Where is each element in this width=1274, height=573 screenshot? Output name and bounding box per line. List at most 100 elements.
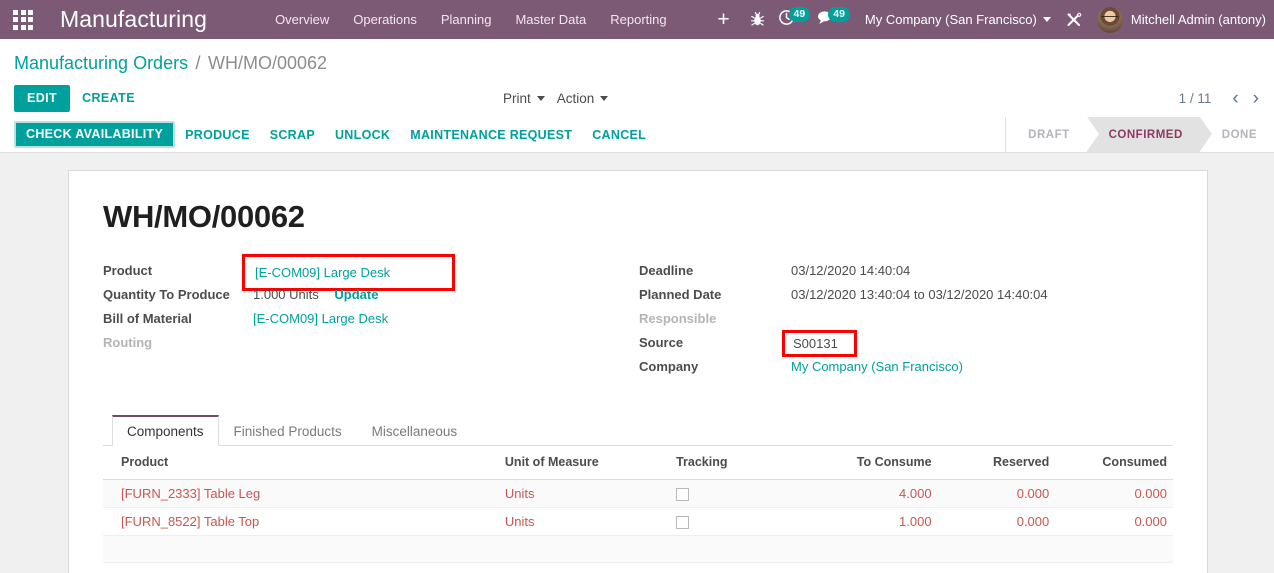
menu-item-overview[interactable]: Overview	[263, 0, 341, 39]
create-button[interactable]: CREATE	[70, 85, 147, 111]
print-dropdown[interactable]: Print	[497, 91, 551, 106]
col-header-reserved[interactable]: Reserved	[937, 446, 1056, 480]
cell-consumed[interactable]: 0.000	[1055, 479, 1173, 509]
table-head: Product Unit of Measure Tracking To Cons…	[103, 446, 1173, 480]
cell-consumed[interactable]: 0.000	[1055, 507, 1173, 537]
field-source: Source S00131	[639, 330, 1173, 357]
update-quantity-link[interactable]: Update	[334, 287, 378, 302]
menu-item-planning[interactable]: Planning	[429, 0, 504, 39]
cell-tracking[interactable]	[670, 507, 810, 537]
chevron-left-icon[interactable]: ‹	[1225, 89, 1245, 108]
col-header-product[interactable]: Product	[103, 446, 499, 480]
cell-reserved[interactable]: 0.000	[937, 479, 1056, 509]
menu-item-master-data[interactable]: Master Data	[503, 0, 598, 39]
breadcrumb: Manufacturing Orders / WH/MO/00062	[0, 39, 1274, 79]
action-button-bar: CHECK AVAILABILITY PRODUCE SCRAP UNLOCK …	[0, 117, 1274, 153]
col-header-to-consume[interactable]: To Consume	[809, 446, 938, 480]
page-background: WH/MO/00062 Product [E-COM09] Large Desk…	[0, 153, 1274, 573]
messages-menu-button[interactable]: 49	[816, 7, 850, 30]
print-dropdown-label: Print	[503, 90, 531, 106]
tab-miscellaneous[interactable]: Miscellaneous	[357, 415, 473, 446]
field-bom-label: Bill of Material	[103, 311, 192, 326]
field-quantity-label: Quantity To Produce	[103, 287, 230, 302]
control-dropdowns: Print Action	[497, 79, 614, 117]
check-availability-button[interactable]: CHECK AVAILABILITY	[14, 121, 176, 148]
maintenance-request-button[interactable]: MAINTENANCE REQUEST	[400, 123, 582, 147]
field-product-label: Product	[103, 263, 153, 278]
table-body: [FURN_2333] Table Leg Units 4.000 0.000 …	[103, 479, 1173, 564]
scrap-button[interactable]: SCRAP	[260, 123, 325, 147]
quick-create-plus-icon[interactable]: +	[707, 0, 741, 39]
field-company-label: Company	[639, 359, 699, 374]
chevron-down-icon	[1042, 17, 1051, 22]
table-empty-row[interactable]	[103, 535, 1173, 564]
menu-item-reporting[interactable]: Reporting	[598, 0, 678, 39]
field-routing-label: Routing	[103, 335, 153, 350]
apps-menu-button[interactable]	[0, 0, 46, 39]
pager-count: 1 / 11	[1178, 90, 1212, 106]
status-draft[interactable]: DRAFT	[1006, 117, 1087, 152]
field-deadline: Deadline 03/12/2020 14:40:04	[639, 261, 1173, 285]
status-bar: DRAFT CONFIRMED DONE	[1005, 117, 1274, 152]
col-header-consumed[interactable]: Consumed	[1055, 446, 1173, 480]
cell-unit-of-measure[interactable]: Units	[498, 507, 671, 537]
cell-tracking[interactable]	[670, 479, 810, 509]
field-routing: Routing	[103, 333, 639, 357]
field-bom-value[interactable]: [E-COM09] Large Desk	[253, 311, 388, 326]
tab-finished-products[interactable]: Finished Products	[219, 415, 357, 446]
field-source-value-wrap: S00131	[782, 330, 857, 357]
produce-button[interactable]: PRODUCE	[175, 123, 260, 147]
cell-reserved[interactable]: 0.000	[937, 507, 1056, 537]
field-company-value[interactable]: My Company (San Francisco)	[791, 359, 963, 374]
cell-product[interactable]: [FURN_8522] Table Top	[103, 507, 499, 537]
table-row[interactable]: [FURN_8522] Table Top Units 1.000 0.000 …	[103, 507, 1173, 537]
field-planned-date-label: Planned Date	[639, 287, 722, 302]
cancel-button[interactable]: CANCEL	[582, 123, 656, 147]
checkbox-unchecked-icon[interactable]	[676, 488, 690, 502]
field-product-value[interactable]: [E-COM09] Large Desk	[255, 265, 390, 280]
field-quantity-value: 1.000 Units	[253, 287, 319, 302]
field-quantity-to-produce: Quantity To Produce 1.000 Units Update	[103, 285, 639, 309]
cell-to-consume[interactable]: 4.000	[809, 479, 938, 509]
field-deadline-label: Deadline	[639, 263, 694, 278]
col-header-tracking[interactable]: Tracking	[670, 446, 810, 480]
avatar	[1096, 6, 1123, 33]
activities-count-badge: 49	[788, 7, 811, 22]
field-bom-value-wrap: [E-COM09] Large Desk	[253, 309, 388, 326]
cell-unit-of-measure[interactable]: Units	[498, 479, 671, 509]
activities-menu-button[interactable]: 49	[778, 7, 811, 31]
breadcrumb-separator: /	[195, 53, 201, 73]
field-planned-date-value: 03/12/2020 13:40:04 to 03/12/2020 14:40:…	[791, 287, 1048, 302]
field-deadline-value: 03/12/2020 14:40:04	[791, 263, 911, 278]
breadcrumb-root-link[interactable]: Manufacturing Orders	[14, 53, 188, 73]
crossed-tools-icon[interactable]	[1057, 0, 1091, 39]
menu-item-operations[interactable]: Operations	[341, 0, 429, 39]
tab-components[interactable]: Components	[112, 415, 219, 446]
unlock-button[interactable]: UNLOCK	[325, 123, 400, 147]
source-highlight-box: S00131	[782, 330, 857, 357]
chevron-down-icon	[536, 95, 545, 101]
cell-product[interactable]: [FURN_2333] Table Leg	[103, 479, 499, 509]
components-table: Product Unit of Measure Tracking To Cons…	[103, 446, 1173, 564]
field-product-value-wrap: [E-COM09] Large Desk	[242, 254, 456, 291]
form-sheet: WH/MO/00062 Product [E-COM09] Large Desk…	[68, 170, 1208, 573]
notebook-tabs: Components Finished Products Miscellaneo…	[103, 415, 1173, 446]
col-header-unit-of-measure[interactable]: Unit of Measure	[498, 446, 671, 480]
user-menu-button[interactable]: Mitchell Admin (antony)	[1091, 6, 1266, 33]
cell-to-consume[interactable]: 1.000	[809, 507, 938, 537]
bug-icon[interactable]	[741, 0, 775, 39]
table-row[interactable]: [FURN_2333] Table Leg Units 4.000 0.000 …	[103, 479, 1173, 509]
action-dropdown[interactable]: Action	[551, 91, 615, 106]
chevron-right-icon[interactable]: ›	[1246, 89, 1266, 108]
field-planned-date: Planned Date 03/12/2020 13:40:04 to 03/1…	[639, 285, 1173, 309]
control-panel: EDIT CREATE Print Action 1 / 11 ‹ ›	[0, 79, 1274, 117]
messages-count-badge: 49	[828, 7, 850, 22]
status-confirmed[interactable]: CONFIRMED	[1086, 117, 1212, 152]
edit-button[interactable]: EDIT	[14, 84, 71, 112]
page-title: WH/MO/00062	[103, 199, 305, 234]
company-switcher[interactable]: My Company (San Francisco)	[853, 12, 1057, 27]
checkbox-unchecked-icon[interactable]	[676, 516, 690, 530]
chevron-down-icon	[600, 95, 609, 101]
apps-grid-icon	[13, 9, 33, 30]
notebook: Components Finished Products Miscellaneo…	[103, 415, 1173, 564]
